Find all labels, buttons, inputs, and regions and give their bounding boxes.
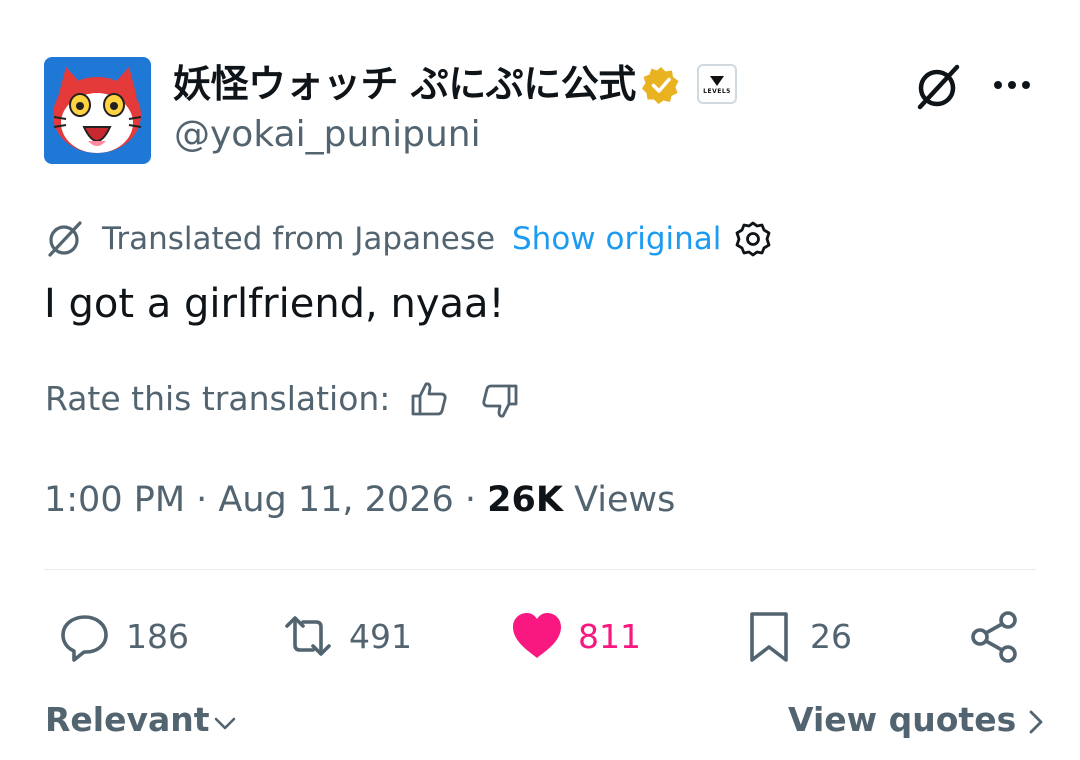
like-button[interactable]: 811 bbox=[510, 606, 641, 666]
sort-relevant-dropdown[interactable]: Relevant bbox=[45, 699, 238, 741]
bookmark-button[interactable]: 26 bbox=[742, 606, 852, 666]
grok-translate-icon bbox=[44, 218, 86, 260]
tweet-text: I got a girlfriend, nyaa! bbox=[44, 281, 505, 327]
bookmark-icon bbox=[750, 612, 788, 662]
more-options-icon[interactable] bbox=[990, 65, 1034, 105]
gear-icon[interactable] bbox=[734, 220, 772, 258]
timestamp[interactable]: 1:00 PM · Aug 11, 2026 · bbox=[44, 480, 487, 520]
views-label: Views bbox=[562, 480, 676, 520]
bookmark-count: 26 bbox=[810, 616, 852, 656]
reply-count: 186 bbox=[126, 616, 189, 656]
share-button[interactable] bbox=[968, 606, 1022, 666]
repost-button[interactable]: 491 bbox=[281, 606, 412, 666]
thumbs-down-icon[interactable] bbox=[480, 381, 520, 421]
like-count: 811 bbox=[578, 616, 641, 656]
translated-from-label: Translated from Japanese bbox=[102, 221, 496, 257]
verified-badge-icon[interactable] bbox=[641, 65, 681, 105]
grok-icon[interactable] bbox=[912, 61, 964, 113]
tweet-meta: 1:00 PM · Aug 11, 2026 · 26K Views bbox=[44, 478, 675, 522]
thumbs-up-icon[interactable] bbox=[409, 379, 449, 419]
reply-button[interactable]: 186 bbox=[58, 606, 189, 666]
affiliate-badge-icon[interactable]: LEVEL5 bbox=[697, 64, 737, 104]
chevron-down-icon bbox=[214, 717, 235, 730]
repost-icon bbox=[285, 616, 331, 656]
divider bbox=[44, 569, 1036, 570]
view-quotes-link[interactable]: View quotes bbox=[788, 699, 1048, 741]
avatar[interactable] bbox=[44, 57, 151, 164]
display-name[interactable]: 妖怪ウォッチ ぷにぷに公式 bbox=[173, 60, 636, 108]
rate-translation-label: Rate this translation: bbox=[45, 379, 391, 418]
user-handle[interactable]: @yokai_punipuni bbox=[174, 113, 481, 157]
show-original-link[interactable]: Show original bbox=[512, 219, 721, 259]
sort-label: Relevant bbox=[45, 700, 210, 739]
heart-icon bbox=[513, 613, 561, 658]
share-icon bbox=[971, 611, 1017, 663]
view-quotes-label: View quotes bbox=[788, 700, 1017, 739]
reply-icon bbox=[61, 615, 108, 662]
repost-count: 491 bbox=[349, 616, 412, 656]
views-count: 26K bbox=[487, 480, 563, 520]
chevron-right-icon bbox=[1029, 710, 1043, 734]
